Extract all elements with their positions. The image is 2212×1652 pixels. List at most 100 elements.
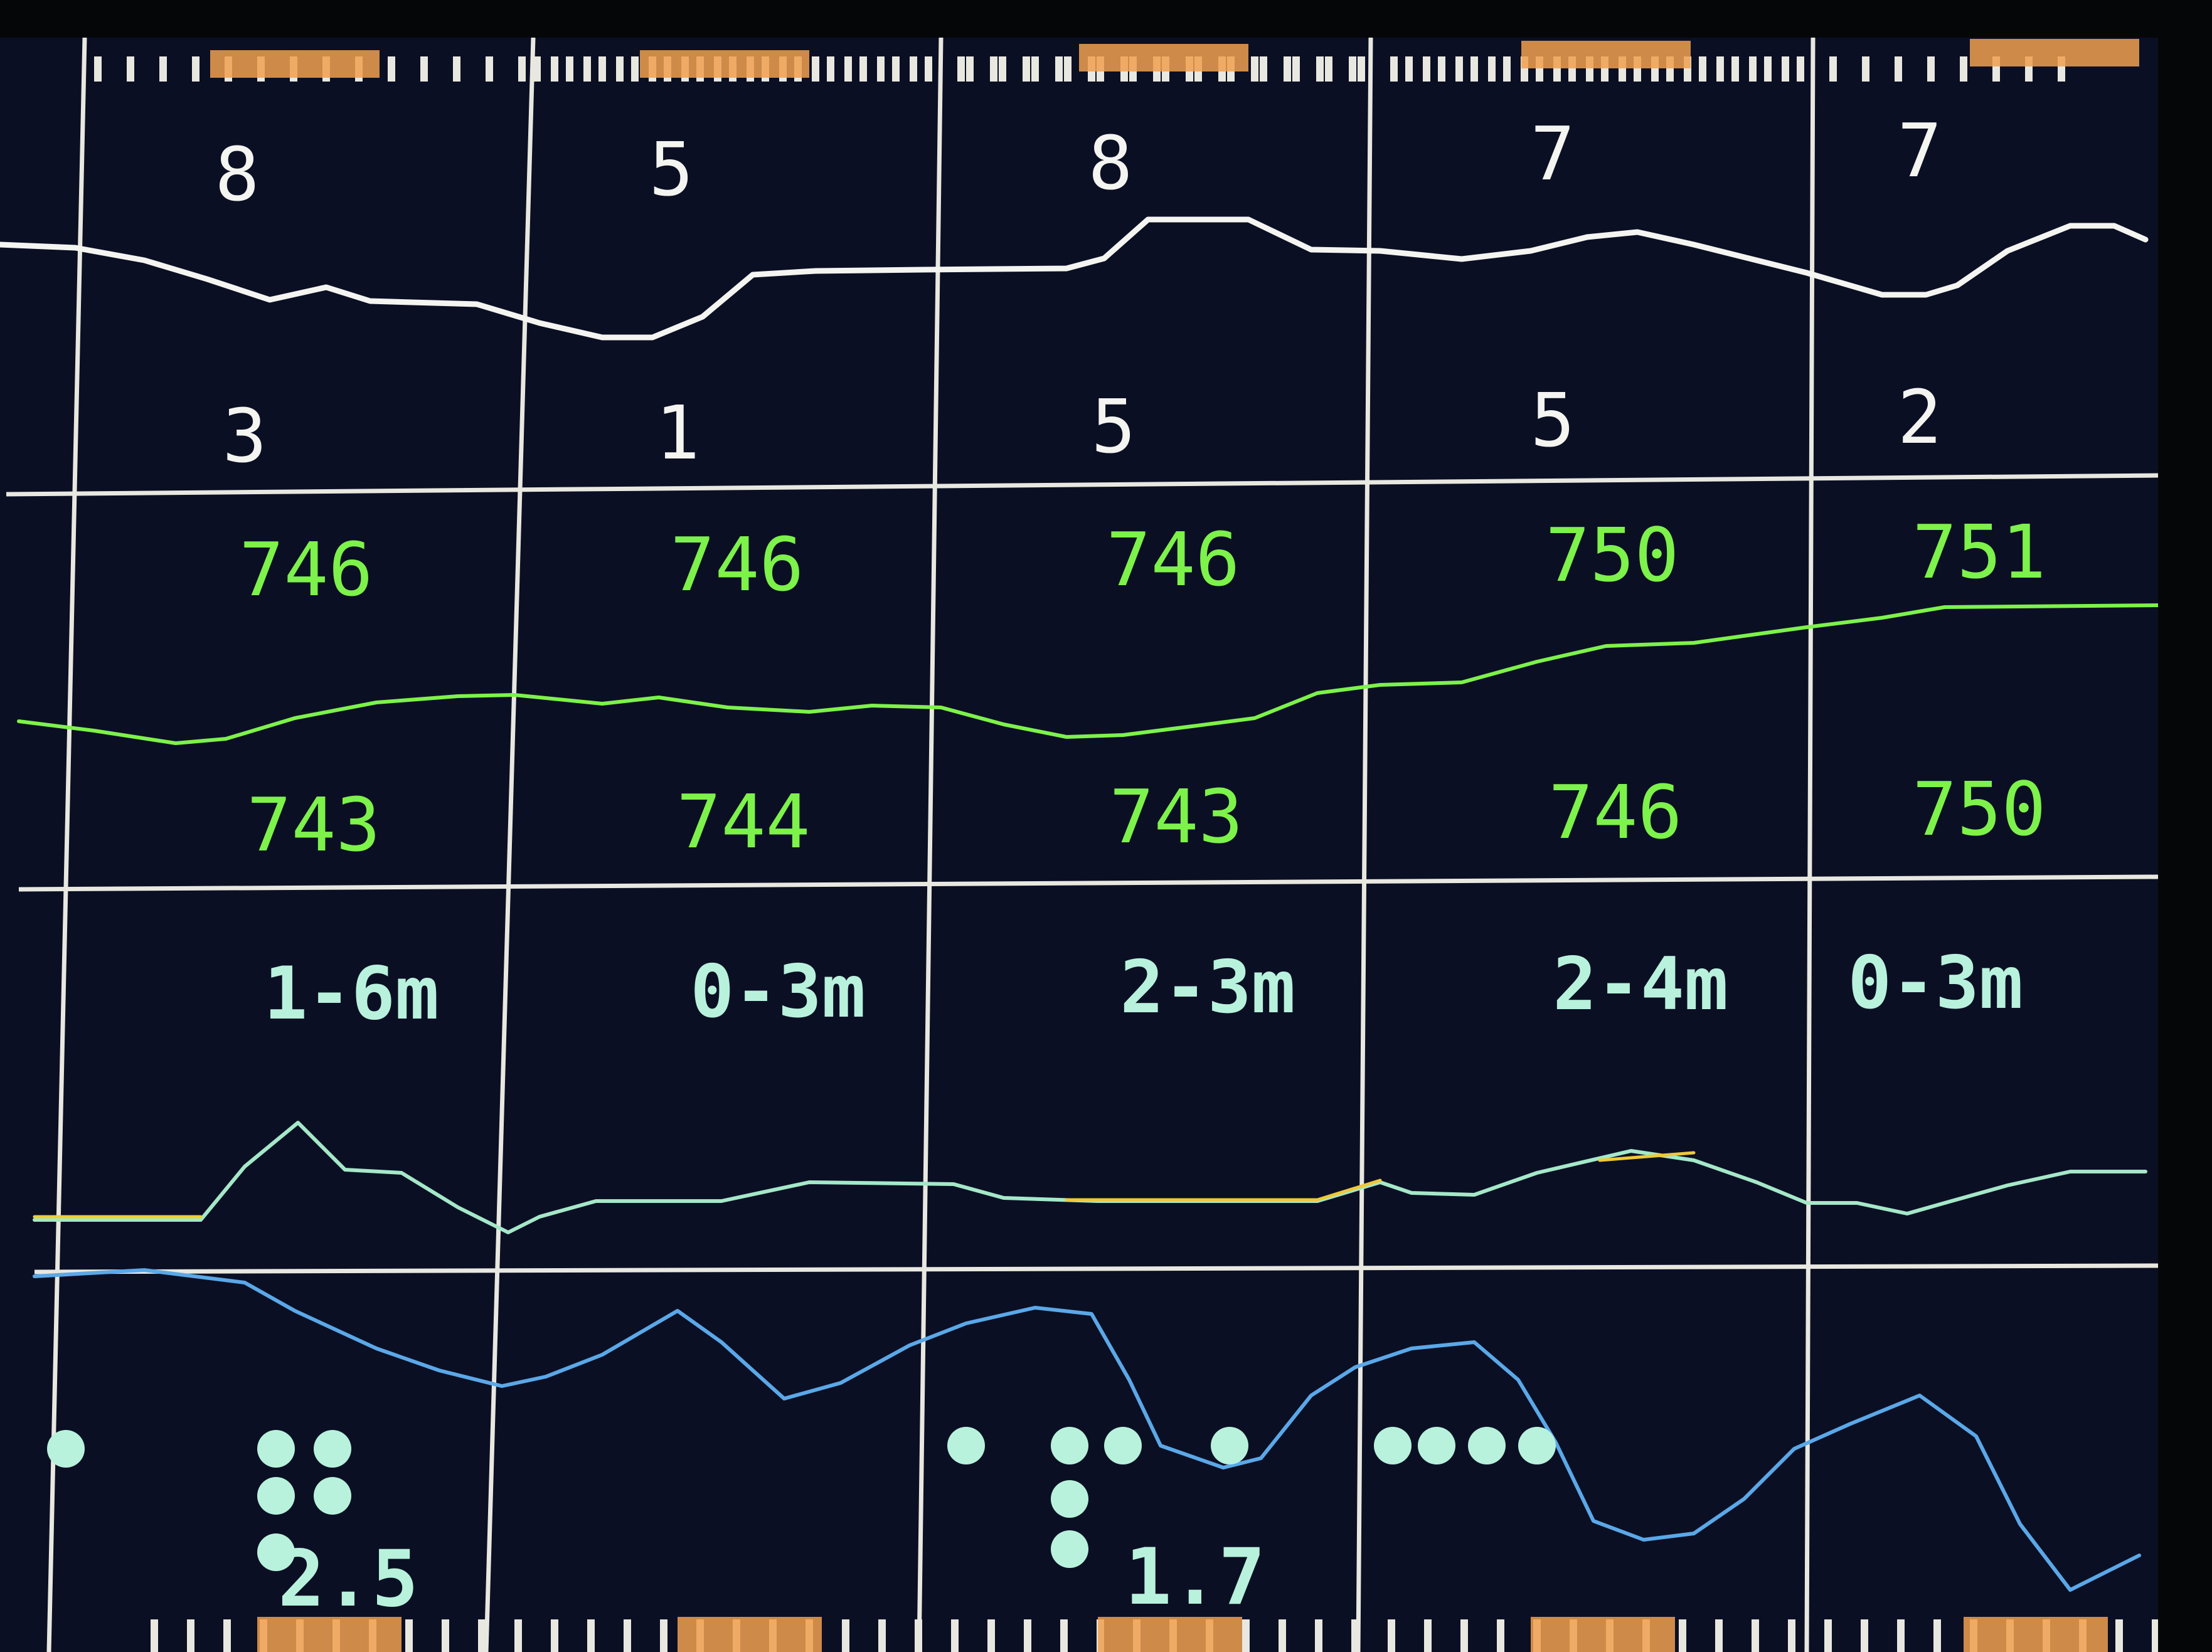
tick-mark — [1423, 56, 1430, 82]
tick-mark — [1933, 1619, 1941, 1652]
tick-mark — [192, 56, 199, 82]
tick-mark — [1788, 1619, 1795, 1652]
tick-mark — [1960, 56, 1967, 82]
wave-period-label: 1.7 — [1125, 1532, 1265, 1623]
grid-line-horizontal — [18, 874, 2158, 892]
tick-mark — [1315, 1619, 1322, 1652]
tick-mark — [624, 1619, 631, 1652]
tick-mark — [990, 56, 997, 82]
tick-mark — [987, 1619, 995, 1652]
wind-min-label: 5 — [1530, 377, 1575, 463]
day-marker — [1531, 1617, 1675, 1652]
tick-mark — [1927, 56, 1935, 82]
tick-mark — [1064, 56, 1071, 82]
grid-line-vertical — [46, 38, 87, 1652]
wind-max-label: 8 — [1088, 120, 1133, 206]
tick-mark — [1679, 1619, 1686, 1652]
wind-max-label: 8 — [215, 131, 260, 218]
tick-mark — [453, 56, 460, 82]
pressure-max-label: 750 — [1545, 512, 1679, 598]
swell-dot — [1418, 1427, 1455, 1464]
display-panel: 8 5 8 7 7 3 1 5 5 2 746 746 746 750 751 … — [0, 38, 2158, 1652]
wind-max-label: 7 — [1530, 110, 1575, 197]
tick-mark — [1764, 56, 1772, 82]
tick-mark — [1351, 1619, 1359, 1652]
tick-mark — [915, 1619, 922, 1652]
tick-mark — [859, 56, 867, 82]
tick-mark — [1438, 56, 1445, 82]
tick-mark — [159, 56, 167, 82]
grid-line-vertical — [484, 38, 536, 1652]
pressure-min-label: 743 — [1109, 773, 1243, 860]
tick-mark — [1488, 56, 1496, 82]
pressure-min-label: 746 — [1548, 769, 1683, 855]
tick-mark — [1715, 1619, 1723, 1652]
tick-mark — [2115, 1619, 2123, 1652]
tick-mark — [1349, 56, 1356, 82]
tick-mark — [1503, 56, 1511, 82]
tick-mark — [1358, 56, 1365, 82]
tick-mark — [518, 56, 526, 82]
swell-dot — [47, 1430, 85, 1468]
wind-min-label: 2 — [1897, 374, 1942, 460]
swell-dot — [1211, 1427, 1248, 1464]
tick-mark — [1731, 56, 1739, 82]
wave-height-label: 0-3m — [690, 950, 866, 1034]
tick-mark — [486, 56, 493, 82]
tick-mark — [2152, 1619, 2158, 1652]
tick-mark — [892, 56, 900, 82]
tick-mark — [1424, 1619, 1432, 1652]
wave-period-label: 2.5 — [278, 1534, 418, 1624]
wind-speed-line — [0, 216, 2149, 341]
swell-dot — [314, 1430, 351, 1468]
grid-line-horizontal — [6, 473, 2158, 497]
grid-line-vertical — [1804, 38, 1816, 1652]
pressure-min-label: 750 — [1912, 766, 2046, 852]
tick-mark — [1024, 1619, 1031, 1652]
pressure-max-label: 751 — [1912, 509, 2046, 595]
swell-dot — [1051, 1530, 1088, 1568]
pressure-max-label: 746 — [239, 526, 373, 613]
tick-mark — [1862, 56, 1869, 82]
day-marker — [678, 1617, 822, 1652]
tick-mark — [660, 1619, 667, 1652]
tick-mark — [442, 1619, 449, 1652]
tick-mark — [1242, 1619, 1250, 1652]
tick-mark — [631, 56, 639, 82]
tick-mark — [1897, 1619, 1905, 1652]
tick-mark — [1460, 1619, 1468, 1652]
swell-dot — [314, 1477, 351, 1515]
tick-mark — [127, 56, 134, 82]
tick-mark — [1055, 56, 1063, 82]
tick-mark — [1749, 56, 1757, 82]
tick-mark — [878, 1619, 886, 1652]
day-marker — [640, 50, 809, 78]
tick-mark — [844, 56, 852, 82]
tick-mark — [187, 1619, 194, 1652]
tick-mark — [1497, 1619, 1504, 1652]
grid-line-horizontal — [34, 1263, 2158, 1274]
tick-mark — [1251, 56, 1258, 82]
swell-dot — [947, 1427, 985, 1464]
swell-dot — [1468, 1427, 1506, 1464]
tick-mark — [966, 56, 974, 82]
tick-mark — [1031, 56, 1039, 82]
swell-dot — [257, 1477, 295, 1515]
weather-display: 8 5 8 7 7 3 1 5 5 2 746 746 746 750 751 … — [0, 0, 2212, 1652]
tick-mark — [951, 1619, 959, 1652]
wind-max-label: 5 — [649, 126, 694, 213]
tick-mark — [1470, 56, 1478, 82]
tick-mark — [1390, 56, 1398, 82]
tick-mark — [1895, 56, 1902, 82]
tick-mark — [1797, 56, 1804, 82]
tick-mark — [151, 1619, 158, 1652]
tick-mark — [1060, 1619, 1068, 1652]
day-marker — [1521, 41, 1691, 68]
swell-dot — [1051, 1427, 1088, 1464]
grid-line-vertical — [917, 38, 944, 1652]
tick-mark — [551, 1619, 558, 1652]
tick-mark — [1716, 56, 1724, 82]
tick-mark — [1260, 56, 1267, 82]
grid-line-vertical — [1356, 38, 1373, 1652]
tick-mark — [1279, 1619, 1286, 1652]
